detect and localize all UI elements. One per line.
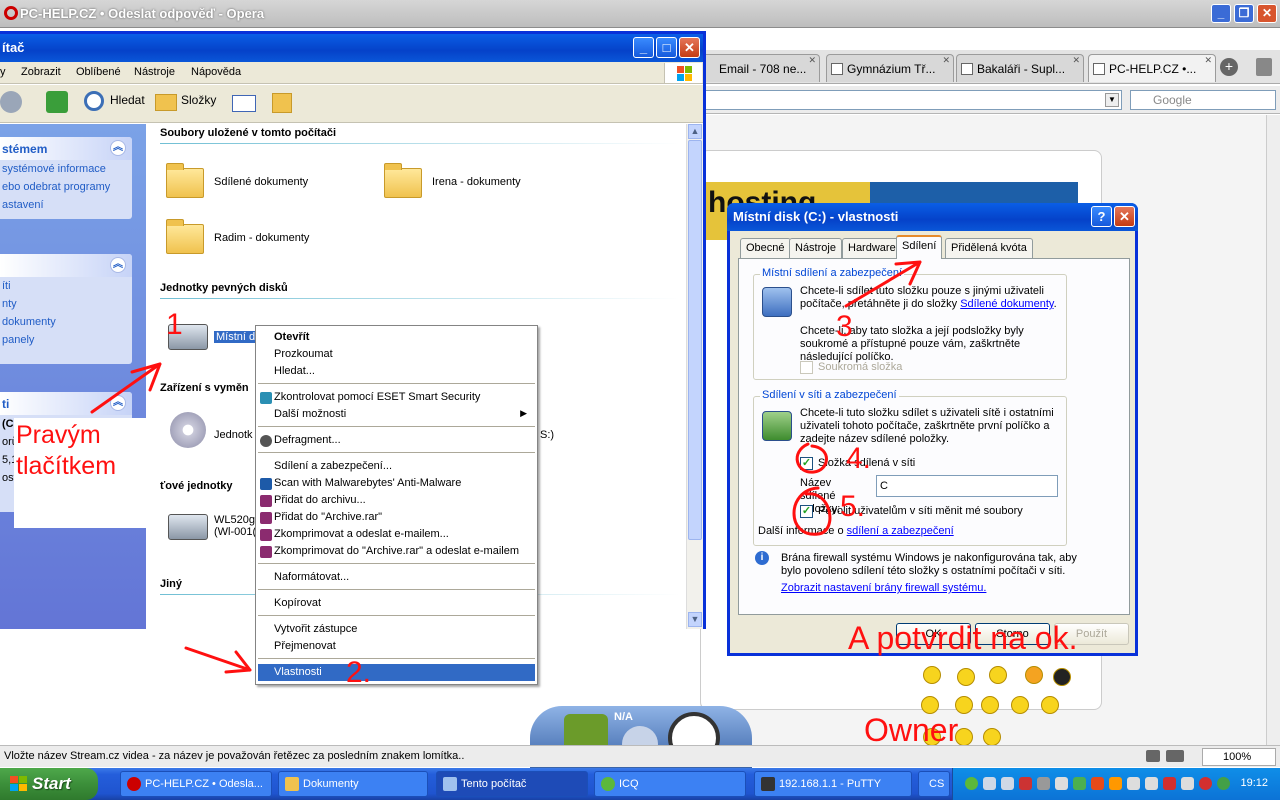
monitor-icon[interactable] (1073, 777, 1086, 790)
task-icq[interactable]: ICQ (594, 771, 746, 797)
circle-allow-checkbox (792, 486, 832, 536)
system-tray: 19:12 (952, 768, 1280, 800)
printer-icon[interactable] (1055, 777, 1068, 790)
antivirus-icon[interactable] (1091, 777, 1104, 790)
alert-icon[interactable] (1163, 777, 1176, 790)
usb-icon[interactable] (1037, 777, 1050, 790)
annotation-arrows (90, 260, 922, 674)
opera-icon (127, 777, 141, 791)
circle-share-checkbox (795, 442, 828, 474)
shield-icon[interactable] (1019, 777, 1032, 790)
volume-icon[interactable] (1181, 777, 1194, 790)
arrow-to-properties (184, 646, 252, 674)
network-tray-icon[interactable] (1001, 777, 1014, 790)
tab-sharing[interactable]: Sdílení (896, 235, 943, 259)
windows-flag-icon (10, 776, 28, 792)
taskbar: Start PC-HELP.CZ • Odesla... Dokumenty T… (0, 768, 1280, 800)
network-tray-icon[interactable] (983, 777, 996, 790)
clock: 19:12 (1240, 777, 1268, 789)
task-documents[interactable]: Dokumenty (278, 771, 428, 797)
hand-icon[interactable] (1127, 777, 1140, 790)
icq-tray-icon[interactable] (965, 777, 978, 790)
arrow-to-disk (90, 362, 162, 414)
task-putty[interactable]: 192.168.1.1 - PuTTY (754, 771, 912, 797)
stop-icon[interactable] (1199, 777, 1212, 790)
computer-icon (443, 777, 457, 791)
task-opera[interactable]: PC-HELP.CZ • Odesla... (120, 771, 272, 797)
task-cs[interactable]: CS (918, 771, 950, 797)
power-icon[interactable] (1217, 777, 1230, 790)
device-icon[interactable] (1145, 777, 1158, 790)
folder-icon (285, 777, 299, 791)
start-button[interactable]: Start (0, 768, 98, 800)
putty-icon (761, 777, 775, 791)
icq-flower-icon (601, 777, 615, 791)
arrow-to-sharing-tab (844, 260, 922, 308)
task-my-computer[interactable]: Tento počítač (436, 771, 588, 797)
update-icon[interactable] (1109, 777, 1122, 790)
